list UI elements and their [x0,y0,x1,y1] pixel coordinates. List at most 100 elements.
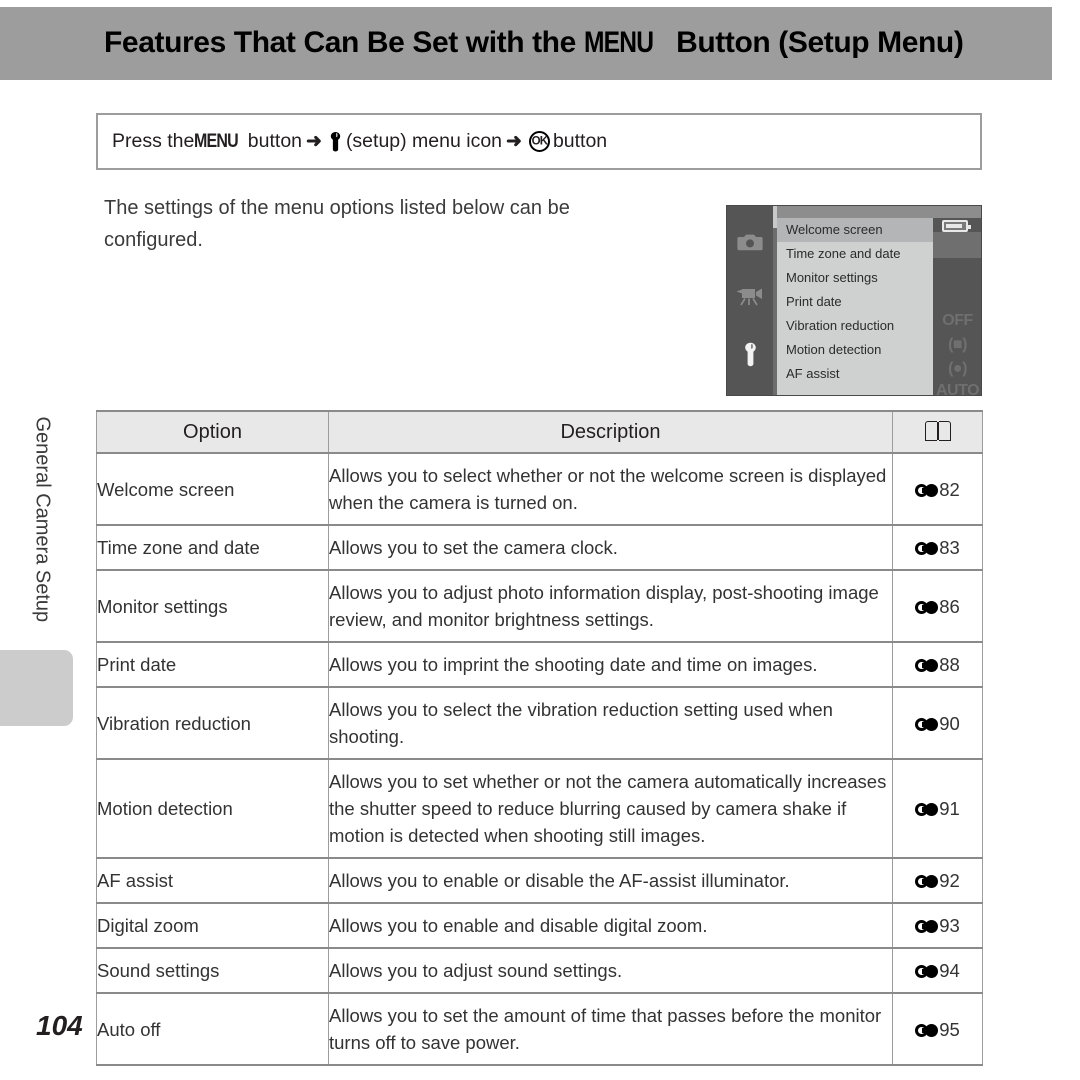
body-paragraph: The settings of the menu options listed … [104,197,570,251]
table-row: Sound settings Allows you to adjust soun… [96,948,983,994]
table-row: AF assist Allows you to enable or disabl… [96,858,983,904]
reference-symbol-icon [915,600,939,614]
camera-menu-item-motion-detection[interactable]: Motion detection [777,338,933,362]
page-title-before: Features That Can Be Set with the [104,26,584,59]
reference-auto-off[interactable]: 95 [892,993,983,1066]
camera-menu-item-af-assist[interactable]: AF assist [777,362,933,386]
description-sound-settings: Allows you to adjust sound settings. [328,948,893,994]
reference-symbol-icon [915,1023,939,1037]
reference-symbol-icon [915,965,939,978]
menu-button-glyph-inline: MENU [194,130,239,152]
description-time-zone-and-date: Allows you to set the camera clock. [328,525,893,571]
reference-page-number: 83 [939,537,960,558]
page-title-after: Button (Setup Menu) [668,26,964,59]
page-number: 104 [36,1010,83,1041]
reference-page-number: 95 [939,1018,960,1040]
reference-time-zone-and-date[interactable]: 83 [892,525,983,571]
option-monitor-settings: Monitor settings [96,570,329,643]
table-row: Time zone and date Allows you to set the… [96,525,983,571]
option-print-date: Print date [96,642,329,688]
reference-print-date[interactable]: 88 [892,642,983,688]
camera-screen-status-panel: OFF (■) (●) AUTO [933,206,981,396]
reference-symbol-icon [915,483,939,497]
camera-screen-menu-list: Welcome screen Time zone and date Monito… [777,206,933,395]
reference-sound-settings[interactable]: 94 [892,948,983,994]
column-header-description: Description [328,410,893,454]
camera-screen-status-top-band [933,206,981,218]
ok-button-icon: OK [528,131,550,152]
reference-page-number: 86 [939,595,960,617]
camera-screen-menu-items: Welcome screen Time zone and date Monito… [777,218,933,386]
camera-menu-item-welcome-screen[interactable]: Welcome screen [777,218,933,242]
reference-symbol-icon [915,875,939,888]
description-welcome-screen: Allows you to select whether or not the … [328,453,893,526]
reference-symbol-icon [915,920,939,933]
instruction-box: Press the MENU button ➜ (setup) menu ico… [96,113,982,170]
motion-detection-icon: (●) [948,360,967,377]
reference-welcome-screen[interactable]: 82 [892,453,983,526]
column-header-reference [892,410,983,454]
camera-menu-item-monitor-settings[interactable]: Monitor settings [777,266,933,290]
reference-page-number: 90 [939,712,960,734]
table-row: Print date Allows you to imprint the sho… [96,642,983,688]
description-vibration-reduction: Allows you to select the vibration reduc… [328,687,893,760]
reference-monitor-settings[interactable]: 86 [892,570,983,643]
reference-digital-zoom[interactable]: 93 [892,903,983,949]
page-title: Features That Can Be Set with the MENU B… [104,26,1004,60]
description-af-assist: Allows you to enable or disable the AF-a… [328,858,893,904]
arrow-right-icon-1: ➜ [306,131,322,152]
instruction-segment-4: button [552,130,608,152]
movie-camera-icon [727,286,773,311]
description-auto-off: Allows you to set the amount of time tha… [328,993,893,1066]
reference-symbol-icon [915,542,939,555]
reference-symbol-icon [915,659,939,672]
battery-icon [942,220,971,232]
table-row: Monitor settings Allows you to adjust ph… [96,570,983,643]
flash-off-icon: OFF [942,312,973,329]
option-auto-off: Auto off [96,993,329,1066]
reference-motion-detection[interactable]: 91 [892,759,983,859]
book-icon [924,420,951,441]
instruction-segment-1: Press the [112,130,195,152]
option-sound-settings: Sound settings [96,948,329,994]
table-row: Digital zoom Allows you to enable and di… [96,903,983,949]
table-header-row: Option Description [96,410,983,454]
shooting-camera-icon [727,232,773,257]
camera-menu-item-print-date[interactable]: Print date [777,290,933,314]
option-vibration-reduction: Vibration reduction [96,687,329,760]
reference-vibration-reduction[interactable]: 90 [892,687,983,760]
camera-screen-top-band [777,206,933,218]
option-motion-detection: Motion detection [96,759,329,859]
description-monitor-settings: Allows you to adjust photo information d… [328,570,893,643]
vibration-reduction-icon: (■) [948,336,967,353]
option-digital-zoom: Digital zoom [96,903,329,949]
option-welcome-screen: Welcome screen [96,453,329,526]
reference-page-number: 94 [939,960,960,981]
table-row: Auto off Allows you to set the amount of… [96,993,983,1066]
auto-mode-icon: AUTO [935,382,980,396]
camera-screen-illustration: Welcome screen Time zone and date Monito… [726,205,982,396]
instruction-text: Press the MENU button ➜ (setup) menu ico… [112,130,607,153]
description-print-date: Allows you to imprint the shooting date … [328,642,893,688]
camera-screen-sidebar [727,206,773,395]
camera-menu-item-vibration-reduction[interactable]: Vibration reduction [777,314,933,338]
camera-screen-status-band [933,232,981,258]
instruction-segment-2: button [247,130,303,152]
ok-button-label: OK [531,134,548,147]
reference-af-assist[interactable]: 92 [892,858,983,904]
setup-menu-table: Option Description Welcome screen Allows… [96,410,983,1066]
description-digital-zoom: Allows you to enable and disable digital… [328,903,893,949]
table-row: Welcome screen Allows you to select whet… [96,453,983,526]
menu-button-glyph: MENU [583,26,654,59]
table-row: Motion detection Allows you to set wheth… [96,759,983,859]
section-tab-marker [0,650,73,726]
option-time-zone-and-date: Time zone and date [96,525,329,571]
reference-symbol-icon [915,717,939,731]
reference-page-number: 88 [939,654,960,675]
reference-page-number: 82 [939,478,960,500]
column-header-option: Option [96,410,329,454]
camera-menu-item-time-zone-and-date[interactable]: Time zone and date [777,242,933,266]
reference-page-number: 92 [939,870,960,891]
wrench-icon [328,131,343,152]
reference-page-number: 91 [939,798,960,819]
